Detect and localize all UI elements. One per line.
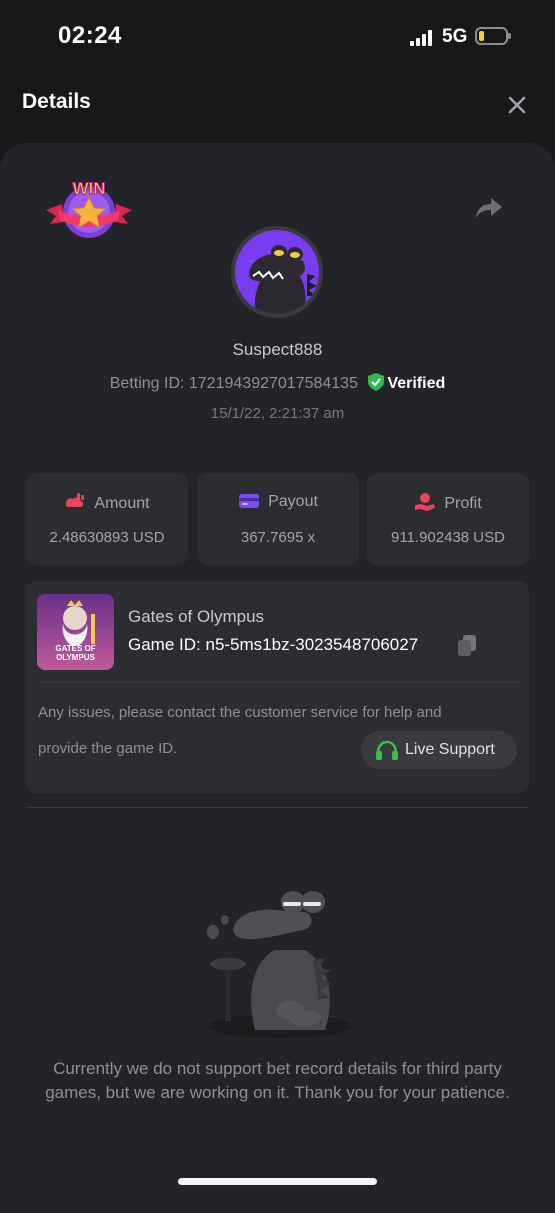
- shield-check-icon: [368, 373, 385, 391]
- battery-icon: [475, 27, 511, 45]
- profit-icon: [415, 493, 436, 511]
- live-support-button[interactable]: Live Support: [361, 731, 517, 769]
- bet-datetime: 15/1/22, 2:21:37 am: [210, 405, 345, 422]
- game-id-row: Game ID: n5-5ms1bz-3023548706027: [128, 635, 418, 655]
- game-id-label: Game ID:: [128, 635, 201, 654]
- betting-id-label: Betting ID:: [109, 375, 185, 392]
- badge-text: WIN: [72, 179, 105, 198]
- betting-id-row: Betting ID: 1721943927017584135 Verified: [0, 373, 555, 393]
- game-name: Gates of Olympus: [128, 607, 265, 626]
- stat-value: 2.48630893 USD: [49, 529, 165, 546]
- win-badge-icon: WIN: [46, 179, 132, 238]
- stat-label: Payout: [268, 493, 318, 510]
- crocodile-mascot-icon: [207, 891, 352, 1038]
- support-notice-line1: Any issues, please contact the customer …: [38, 704, 442, 721]
- stat-label: Profit: [444, 495, 482, 512]
- page-title: Details: [22, 90, 91, 113]
- betting-id-value: 1721943927017584135: [188, 375, 358, 392]
- verified-label: Verified: [387, 375, 446, 392]
- support-notice-line2: provide the game ID.: [38, 740, 178, 757]
- signal-icon: [410, 30, 432, 46]
- status-time: 02:24: [58, 22, 122, 49]
- section-divider: [26, 807, 529, 808]
- username: Suspect888: [232, 340, 323, 359]
- stat-value: 367.7695 x: [240, 529, 316, 546]
- crocodile-avatar-icon: [249, 245, 317, 314]
- game-id-value: n5-5ms1bz-3023548706027: [205, 635, 419, 654]
- stat-value: 911.902438 USD: [391, 529, 505, 546]
- home-indicator[interactable]: [178, 1178, 377, 1185]
- stat-card-payout: Payout 367.7695 x: [197, 473, 359, 565]
- game-thumbnail: GATES OF OLYMPUS: [37, 594, 114, 670]
- close-icon[interactable]: [504, 92, 530, 118]
- card-icon: [239, 494, 260, 508]
- amount-icon: [66, 493, 85, 507]
- stat-card-amount: Amount 2.48630893 USD: [26, 473, 188, 565]
- game-info-card: GATES OF OLYMPUS Gates of Olympus Game I…: [26, 581, 529, 793]
- divider: [37, 682, 518, 683]
- avatar: [231, 226, 323, 318]
- stat-card-profit: Profit 911.902438 USD: [367, 473, 529, 565]
- headset-icon: [376, 740, 398, 760]
- network-type: 5G: [442, 26, 468, 47]
- copy-icon[interactable]: [456, 634, 478, 658]
- thumb-text: GATES OF OLYMPUS: [55, 644, 96, 662]
- stat-label: Amount: [94, 495, 150, 512]
- status-bar: 02:24 5G: [0, 0, 555, 72]
- empty-state-message: Currently we do not support bet record d…: [45, 1059, 510, 1102]
- live-support-label: Live Support: [405, 741, 495, 758]
- share-icon[interactable]: [474, 194, 504, 222]
